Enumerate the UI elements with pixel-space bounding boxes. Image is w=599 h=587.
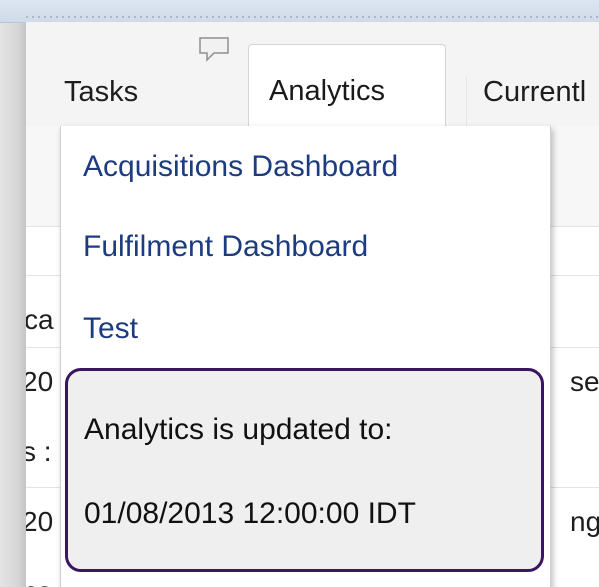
menu-item-fulfilment-dashboard[interactable]: Fulfilment Dashboard bbox=[83, 230, 368, 264]
menu-item-acquisitions-dashboard[interactable]: Acquisitions Dashboard bbox=[83, 150, 398, 184]
tab-tasks[interactable]: Tasks bbox=[64, 76, 138, 109]
analytics-updated-label: Analytics is updated to: bbox=[84, 413, 393, 446]
left-gutter bbox=[0, 0, 26, 587]
grid-cell: ng bbox=[570, 506, 599, 537]
grid-cell: ns bbox=[26, 576, 52, 587]
grid-cell: 20 bbox=[26, 366, 54, 397]
analytics-update-info: Analytics is updated to: 01/08/2013 12:0… bbox=[65, 368, 544, 572]
grid-cell: 20 bbox=[26, 506, 54, 537]
top-strip bbox=[0, 0, 599, 23]
menu-item-test[interactable]: Test bbox=[83, 312, 138, 346]
analytics-updated-timestamp: 01/08/2013 12:00:00 IDT bbox=[84, 497, 416, 530]
content-area: Tasks Currentl Analytics ca 20 se s : 20… bbox=[26, 22, 599, 587]
tab-current[interactable]: Currentl bbox=[466, 76, 586, 126]
analytics-dropdown-menu: Acquisitions Dashboard Fulfilment Dashbo… bbox=[60, 126, 551, 587]
top-strip-dots bbox=[26, 16, 599, 18]
grid-cell: s : bbox=[26, 436, 52, 467]
column-header-fragment: ca bbox=[26, 304, 54, 335]
tab-analytics-label: Analytics bbox=[269, 75, 386, 107]
tab-tasks-label: Tasks bbox=[64, 76, 139, 108]
comment-icon[interactable] bbox=[198, 36, 230, 62]
grid-cell: se bbox=[570, 366, 599, 397]
tab-current-label: Currentl bbox=[483, 76, 587, 108]
